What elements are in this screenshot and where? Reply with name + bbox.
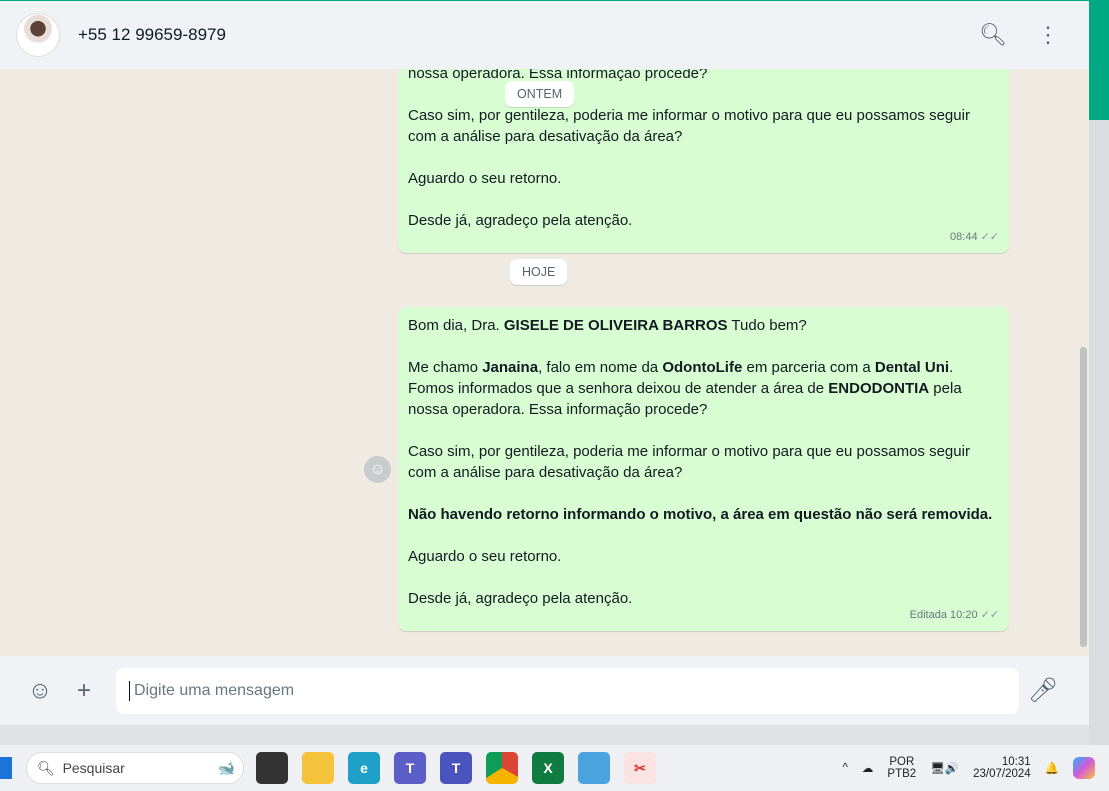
- message-list: nossa operadora. Essa informação procede…: [0, 69, 1089, 656]
- window-edge: [1089, 0, 1109, 745]
- notepad-icon[interactable]: [578, 752, 610, 784]
- windows-start-icon[interactable]: [0, 757, 12, 779]
- message-bubble[interactable]: Bom dia, Dra. GISELE DE OLIVEIRA BARROS …: [398, 307, 1009, 631]
- message-bubble[interactable]: nossa operadora. Essa informação procede…: [398, 69, 1009, 253]
- onedrive-icon[interactable]: ☁: [862, 761, 874, 775]
- message-text: Aguardo o seu retorno.: [408, 170, 562, 187]
- chrome-icon[interactable]: [486, 752, 518, 784]
- date-separator: HOJE: [510, 259, 568, 285]
- message-time: 10:20: [950, 609, 978, 621]
- taskbar-search[interactable]: 🔍︎ Pesquisar 🐋: [26, 752, 244, 784]
- clock[interactable]: 10:31 23/07/2024: [973, 756, 1031, 780]
- double-check-icon: ✓✓: [980, 231, 999, 243]
- microphone-icon[interactable]: 🎤︎: [1021, 676, 1065, 705]
- scrollbar[interactable]: [1080, 347, 1087, 647]
- message-text: nossa operadora. Essa informação procede…: [408, 69, 708, 82]
- composer: ☺ + Digite uma mensagem 🎤︎: [0, 656, 1089, 725]
- network-volume-icon[interactable]: 🖥🔊: [930, 761, 959, 775]
- copilot-icon[interactable]: [1073, 757, 1095, 779]
- message-text: Caso sim, por gentileza, poderia me info…: [408, 107, 970, 145]
- double-check-icon: ✓✓: [980, 609, 999, 621]
- message-time: 08:44: [950, 231, 978, 243]
- reaction-emoji-icon[interactable]: ☺: [364, 456, 391, 483]
- date-separator: ONTEM: [505, 81, 575, 107]
- language-indicator[interactable]: POR PTB2: [887, 756, 916, 780]
- edited-label: Editada: [909, 609, 947, 621]
- message-text: Bom dia, Dra. GISELE DE OLIVEIRA BARROS …: [408, 317, 807, 334]
- file-explorer-icon[interactable]: [302, 752, 334, 784]
- message-text: Desde já, agradeço pela atenção.: [408, 212, 633, 229]
- search-icon[interactable]: 🔍︎: [979, 22, 1007, 48]
- bell-icon[interactable]: 🔔: [1045, 761, 1059, 775]
- edge-icon[interactable]: e: [348, 752, 380, 784]
- contact-name[interactable]: +55 12 99659-8979: [78, 25, 226, 45]
- plus-icon[interactable]: +: [62, 677, 106, 705]
- taskbar: 🔍︎ Pesquisar 🐋 e T T X ✂ ^ ☁ POR PTB2 🖥🔊 1…: [0, 745, 1109, 791]
- emoji-icon[interactable]: ☺: [18, 677, 62, 705]
- message-input[interactable]: Digite uma mensagem: [116, 667, 1019, 714]
- message-text: Caso sim, por gentileza, poderia me info…: [408, 443, 970, 481]
- message-text: Aguardo o seu retorno.: [408, 548, 562, 565]
- teams-new-icon[interactable]: T: [440, 752, 472, 784]
- snipping-tool-icon[interactable]: ✂: [624, 752, 656, 784]
- task-view-icon[interactable]: [256, 752, 288, 784]
- teams-icon[interactable]: T: [394, 752, 426, 784]
- input-placeholder: Digite uma mensagem: [134, 681, 295, 699]
- whatsapp-window: +55 12 99659-8979 🔍︎ ⋮ nossa operadora. …: [0, 0, 1089, 725]
- search-label: Pesquisar: [62, 760, 125, 776]
- avatar[interactable]: [16, 13, 60, 57]
- chat-header: +55 12 99659-8979 🔍︎ ⋮: [0, 1, 1089, 69]
- excel-icon[interactable]: X: [532, 752, 564, 784]
- search-icon: 🔍︎: [37, 759, 55, 776]
- message-meta: Editada 10:20 ✓✓: [910, 605, 999, 626]
- chevron-up-icon[interactable]: ^: [843, 762, 848, 774]
- message-meta: 08:44 ✓✓: [950, 227, 999, 248]
- menu-icon[interactable]: ⋮: [1037, 22, 1059, 48]
- message-text: Me chamo Janaina, falo em nome da Odonto…: [408, 359, 962, 418]
- message-text: Não havendo retorno informando o motivo,…: [408, 506, 993, 523]
- whale-icon: 🐋: [217, 759, 235, 776]
